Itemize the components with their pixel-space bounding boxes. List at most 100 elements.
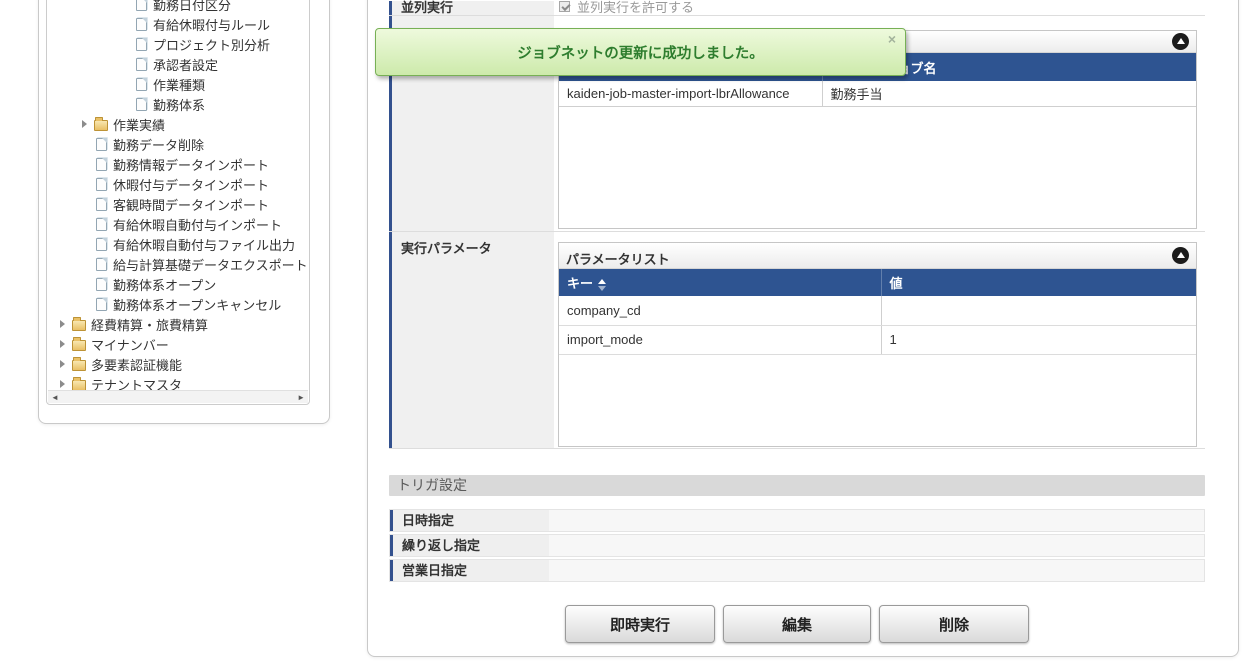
document-icon <box>136 77 147 91</box>
tree-item[interactable]: 休暇付与データインポート <box>47 174 309 194</box>
folder-icon <box>72 316 86 331</box>
param-list-title: パラメータリスト <box>566 252 670 267</box>
job-table-row: kaiden-job-master-import-lbrAllowance 勤務… <box>559 81 1196 107</box>
tree-item-label: マイナンバー <box>91 337 169 353</box>
tree-item[interactable]: 勤務情報データインポート <box>47 154 309 174</box>
tree-item[interactable]: 勤務体系 <box>47 94 309 114</box>
collapse-button[interactable] <box>1172 247 1189 264</box>
document-icon <box>96 217 107 231</box>
param-table-header-value: 値 <box>881 269 1196 296</box>
tree-item[interactable]: 客観時間データインポート <box>47 194 309 214</box>
expander-icon[interactable] <box>58 378 70 390</box>
scroll-left-icon[interactable]: ◄ <box>51 393 59 402</box>
toast-message: ジョブネットの更新に成功しました。 <box>517 45 764 62</box>
trigger-row-label: 日時指定 <box>390 510 549 531</box>
tree-item[interactable]: 有給休暇自動付与インポート <box>47 214 309 234</box>
param-list-panel-header: パラメータリスト <box>559 243 1196 269</box>
trigger-row-repeat: 繰り返し指定 <box>389 534 1205 557</box>
tree-item-label: 休暇付与データインポート <box>113 177 270 193</box>
param-table: キー 値 company_cd import_mode 1 <box>559 269 1196 355</box>
document-icon <box>96 137 107 151</box>
navigation-tree: 勤務日付区分 有給休暇付与ルール プロジェクト別分析 承認者設定 作業種類 勤務… <box>46 0 310 405</box>
tree-item[interactable]: 作業種類 <box>47 74 309 94</box>
tree-item-label: 勤務体系オープン <box>113 277 217 293</box>
parallel-exec-checkbox[interactable] <box>559 1 570 12</box>
tree-item-label: 勤務体系 <box>153 97 206 113</box>
document-icon <box>96 177 107 191</box>
expander-icon[interactable] <box>80 118 92 130</box>
job-id-cell: kaiden-job-master-import-lbrAllowance <box>559 81 823 107</box>
delete-button[interactable]: 削除 <box>879 605 1029 643</box>
tree-list: 勤務日付区分 有給休暇付与ルール プロジェクト別分析 承認者設定 作業種類 勤務… <box>47 0 309 394</box>
param-key-cell: company_cd <box>559 296 882 326</box>
edit-button[interactable]: 編集 <box>723 605 871 643</box>
expander-icon[interactable] <box>58 358 70 370</box>
expander-icon[interactable] <box>58 318 70 330</box>
tree-item-label: 勤務データ削除 <box>113 137 205 153</box>
collapse-up-icon <box>1176 38 1185 44</box>
horizontal-scrollbar[interactable]: ◄ ► <box>48 390 308 403</box>
trigger-row-label: 繰り返し指定 <box>390 535 549 556</box>
document-icon <box>96 257 107 271</box>
document-icon <box>136 17 147 31</box>
tree-item-label: 勤務日付区分 <box>153 0 232 13</box>
key-header-label: キー <box>567 276 594 291</box>
exec-params-row: 実行パラメータ パラメータリスト キー 値 company_cd import_… <box>389 232 1205 449</box>
tree-item-label: 有給休暇自動付与ファイル出力 <box>113 237 296 253</box>
tree-item-label: プロジェクト別分析 <box>153 37 271 53</box>
tree-item-label: 勤務体系オープンキャンセル <box>113 297 282 313</box>
document-icon <box>96 277 107 291</box>
tree-item[interactable]: 有給休暇自動付与ファイル出力 <box>47 234 309 254</box>
param-table-header-key[interactable]: キー <box>559 269 882 296</box>
folder-icon <box>94 116 108 131</box>
folder-icon <box>72 336 86 351</box>
document-icon <box>96 297 107 311</box>
tree-item[interactable]: 勤務日付区分 <box>47 0 309 14</box>
tree-item-label: 勤務情報データインポート <box>113 157 270 173</box>
folder-icon <box>72 376 86 391</box>
run-now-button[interactable]: 即時実行 <box>565 605 715 643</box>
tree-item-label: 作業種類 <box>153 77 206 93</box>
trigger-row-businessday: 営業日指定 <box>389 559 1205 582</box>
trigger-row-label: 営業日指定 <box>390 560 549 581</box>
document-icon <box>136 37 147 51</box>
tree-item[interactable]: 勤務データ削除 <box>47 134 309 154</box>
tree-item[interactable]: 承認者設定 <box>47 54 309 74</box>
parallel-exec-label: 並列実行 <box>389 1 554 15</box>
document-icon <box>136 97 147 111</box>
tree-item-label: 有給休暇自動付与インポート <box>113 217 283 233</box>
action-buttons: 即時実行 編集 削除 <box>389 605 1205 643</box>
close-icon[interactable]: × <box>888 32 896 46</box>
collapse-button[interactable] <box>1172 33 1189 50</box>
sort-icon[interactable] <box>598 278 607 291</box>
tree-item-folder[interactable]: 経費精算・旅費精算 <box>47 314 309 334</box>
tree-card: 勤務日付区分 有給休暇付与ルール プロジェクト別分析 承認者設定 作業種類 勤務… <box>38 0 330 424</box>
tree-item-folder[interactable]: 作業実績 <box>47 114 309 134</box>
param-value-cell <box>881 296 1196 326</box>
job-name-cell: 勤務手当 <box>822 81 1196 107</box>
tree-item-label: 多要素認証機能 <box>91 357 183 373</box>
page: 勤務日付区分 有給休暇付与ルール プロジェクト別分析 承認者設定 作業種類 勤務… <box>0 0 1251 672</box>
jobnet-detail-card: 並列実行 並列実行を許可する ジョブ名 kaiden-job-master-im… <box>367 0 1239 657</box>
tree-item-label: 有給休暇付与ルール <box>153 17 271 33</box>
tree-item[interactable]: 給与計算基礎データエクスポート <box>47 254 309 274</box>
expander-icon[interactable] <box>58 338 70 350</box>
param-value-cell: 1 <box>881 325 1196 355</box>
param-key-cell: import_mode <box>559 325 882 355</box>
tree-item-label: 客観時間データインポート <box>113 197 270 213</box>
document-icon <box>96 237 107 251</box>
tree-item-folder[interactable]: 多要素認証機能 <box>47 354 309 374</box>
scroll-right-icon[interactable]: ► <box>297 393 305 402</box>
parallel-exec-row: 並列実行 並列実行を許可する <box>389 1 1205 16</box>
tree-item-label: 給与計算基礎データエクスポート <box>113 257 308 273</box>
document-icon <box>96 157 107 171</box>
tree-item[interactable]: 勤務体系オープンキャンセル <box>47 294 309 314</box>
exec-params-label: 実行パラメータ <box>389 232 554 448</box>
tree-item[interactable]: 有給休暇付与ルール <box>47 14 309 34</box>
tree-item-folder[interactable]: マイナンバー <box>47 334 309 354</box>
document-icon <box>136 57 147 71</box>
tree-item-label: 作業実績 <box>113 117 166 133</box>
tree-item[interactable]: プロジェクト別分析 <box>47 34 309 54</box>
tree-item-label: 経費精算・旅費精算 <box>91 317 209 333</box>
tree-item[interactable]: 勤務体系オープン <box>47 274 309 294</box>
